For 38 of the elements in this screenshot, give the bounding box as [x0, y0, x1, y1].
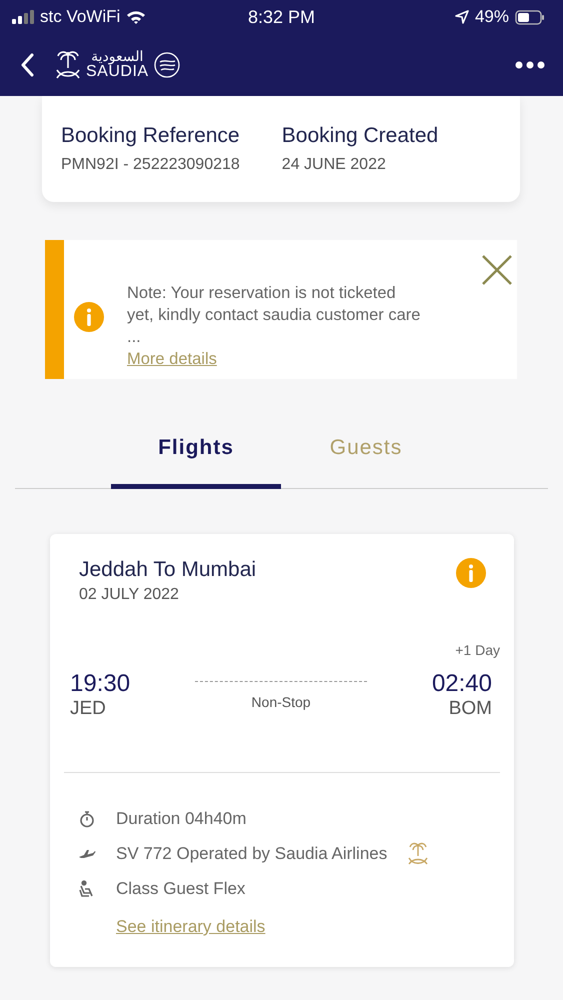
route-title: Jeddah To Mumbai	[79, 558, 256, 582]
battery-percent: 49%	[474, 7, 509, 27]
back-button[interactable]	[20, 53, 34, 77]
arrival-airport: BOM	[448, 698, 492, 720]
detail-text: Duration 04h40m	[116, 809, 246, 829]
battery-icon	[515, 10, 545, 24]
tab[interactable]: Flights	[111, 412, 281, 489]
detail-text: SV 772 Operated by Saudia Airlines	[116, 844, 388, 864]
field-value: 24 JUNE 2022	[282, 156, 387, 174]
tab[interactable]: Guests	[281, 412, 451, 489]
flight-date: 02 JULY 2022	[79, 586, 180, 604]
arrival-time: 02:40	[432, 670, 492, 698]
wifi-icon	[126, 10, 146, 24]
field-label: Booking Reference	[61, 124, 240, 148]
more-options-button[interactable]	[515, 61, 545, 69]
clock-time: 8:32 PM	[248, 6, 316, 28]
field-value: PMN92I - 252223090218	[61, 156, 240, 174]
stopwatch-icon	[78, 810, 96, 828]
palm-swords-emblem-icon	[407, 841, 430, 867]
departure-time: 19:30	[70, 670, 132, 698]
detail-text: Class Guest Flex	[116, 879, 246, 899]
location-arrow-icon	[454, 10, 469, 24]
logo-text: SAUDIA	[86, 64, 149, 80]
notice-text: Note: Your reservation is not ticketed	[127, 283, 397, 304]
departure-airport: JED	[70, 698, 107, 720]
more-details-link[interactable]: More details	[127, 348, 420, 370]
close-button[interactable]	[481, 254, 513, 286]
logo-arabic-text: السعودية	[91, 50, 144, 64]
notice-text: yet, kindly contact saudia customer care	[127, 305, 420, 326]
notice-text: ...	[127, 327, 142, 348]
carrier-name: stc VoWiFi	[40, 7, 120, 27]
itinerary-details-link[interactable]: See itinerary details	[116, 917, 500, 937]
day-offset: +1 Day	[455, 642, 500, 658]
info-icon	[74, 302, 104, 332]
alliance-emblem-icon	[152, 51, 181, 79]
field-label: Booking Created	[282, 124, 438, 148]
signal-icon	[12, 10, 34, 24]
stops-label: Non-Stop	[251, 694, 311, 710]
